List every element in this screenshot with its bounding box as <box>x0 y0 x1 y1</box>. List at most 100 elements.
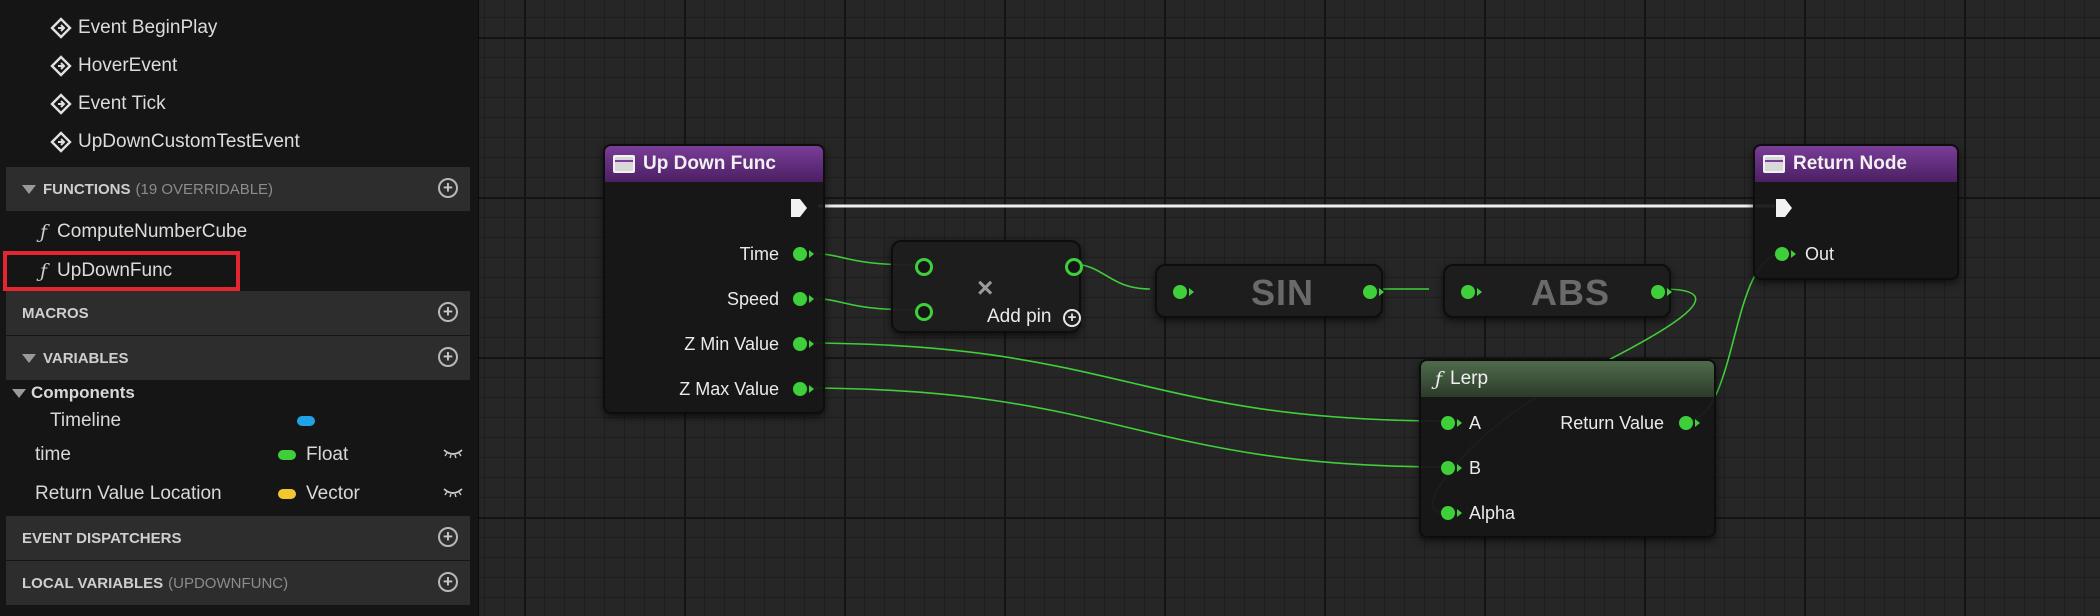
event-icon <box>50 17 72 39</box>
eye-closed-icon[interactable] <box>442 486 464 498</box>
add-pin-icon[interactable]: + <box>1063 309 1081 327</box>
pin-lerp-return-value[interactable] <box>1679 416 1693 430</box>
pin-lerp-alpha[interactable] <box>1441 506 1455 520</box>
pin-arrow-icon <box>809 295 814 303</box>
pin-label-a: A <box>1469 413 1482 433</box>
abs-label: ABS <box>1531 272 1611 313</box>
lerp-node[interactable]: ƒ Lerp A B Alpha Return Value <box>1419 359 1716 538</box>
pin-sin-input[interactable] <box>1173 285 1187 299</box>
exec-input-pin-icon[interactable] <box>1775 198 1793 218</box>
pin-label-out: Out <box>1805 244 1835 264</box>
variable-type-color-icon <box>278 489 296 499</box>
add-function-icon[interactable]: + <box>438 178 458 198</box>
event-item-hover[interactable]: HoverEvent <box>50 51 177 81</box>
add-pin-label[interactable]: Add pin <box>987 306 1051 328</box>
pin-abs-input[interactable] <box>1461 285 1475 299</box>
pin-multiply-input-a[interactable] <box>915 258 933 276</box>
event-icon <box>50 131 72 153</box>
pin-return-out[interactable] <box>1775 247 1789 261</box>
function-entry-node[interactable]: Up Down Func Time Speed Z Min Value Z Ma… <box>603 144 825 414</box>
event-dispatchers-section-header[interactable]: EVENT DISPATCHERS + <box>6 516 470 560</box>
event-item-tick[interactable]: Event Tick <box>50 89 166 119</box>
section-title: MACROS <box>22 304 89 322</box>
pin-z-max-output[interactable] <box>793 382 807 396</box>
variable-name: Return Value Location <box>35 483 222 504</box>
pin-arrow-icon <box>1457 419 1462 427</box>
functions-section-header[interactable]: FUNCTIONS (19 OVERRIDABLE) + <box>6 167 470 211</box>
event-label: Event Tick <box>78 93 166 114</box>
pin-sin-output[interactable] <box>1363 285 1377 299</box>
eye-closed-icon[interactable] <box>442 447 464 459</box>
macros-section-header[interactable]: MACROS + <box>6 291 470 335</box>
add-dispatcher-icon[interactable]: + <box>438 527 458 547</box>
pin-arrow-icon <box>809 250 814 258</box>
function-item-computenumbercube[interactable]: ƒ ComputeNumberCube <box>40 216 247 248</box>
variable-type-color-icon <box>278 450 296 460</box>
pin-lerp-b[interactable] <box>1441 461 1455 475</box>
return-node[interactable]: Return Node Out <box>1753 144 1959 280</box>
pin-arrow-icon <box>1477 288 1482 296</box>
add-local-variable-icon[interactable]: + <box>438 572 458 592</box>
wire-zmin-to-a[interactable] <box>802 342 1448 422</box>
wire-zmax-to-b[interactable] <box>802 387 1448 468</box>
variable-row-timeline[interactable]: Timeline <box>0 403 470 439</box>
node-header[interactable]: ƒ Lerp <box>1421 361 1714 397</box>
node-header[interactable]: Up Down Func <box>605 146 823 182</box>
event-icon <box>50 93 72 115</box>
wire-multiply-to-sin[interactable] <box>1071 263 1151 290</box>
pin-arrow-icon <box>1379 288 1384 296</box>
pin-arrow-icon <box>1189 288 1194 296</box>
add-macro-icon[interactable]: + <box>438 302 458 322</box>
event-item-updowncustom[interactable]: UpDownCustomTestEvent <box>50 127 300 157</box>
pin-abs-output[interactable] <box>1651 285 1665 299</box>
exec-output-pin-icon[interactable] <box>790 198 808 218</box>
pin-arrow-icon <box>809 385 814 393</box>
add-variable-icon[interactable]: + <box>438 347 458 367</box>
node-title: Return Node <box>1793 153 1907 174</box>
section-title: FUNCTIONS <box>43 180 131 198</box>
variable-type: Vector <box>306 483 360 504</box>
collapse-arrow-icon[interactable] <box>22 184 36 194</box>
variable-type: Float <box>306 444 349 465</box>
variable-row-time[interactable]: time Float <box>0 437 470 473</box>
variable-row-return-value-location[interactable]: Return Value Location Vector <box>0 476 470 512</box>
pin-arrow-icon <box>1457 509 1462 517</box>
variable-type-color-icon <box>297 416 315 426</box>
event-label: HoverEvent <box>78 55 178 76</box>
category-label: Components <box>31 383 135 402</box>
pin-arrow-icon <box>1791 250 1796 258</box>
multiply-node[interactable]: × Add pin + <box>891 240 1083 333</box>
local-variables-section-header[interactable]: LOCAL VARIABLES (UPDOWNFUNC) + <box>6 561 470 605</box>
event-item-beginplay[interactable]: Event BeginPlay <box>50 13 217 43</box>
variable-name: Timeline <box>50 410 122 431</box>
section-subtitle: (UPDOWNFUNC) <box>168 574 289 592</box>
pin-label-alpha: Alpha <box>1469 503 1516 523</box>
variable-name: time <box>35 444 71 465</box>
node-title: Lerp <box>1450 368 1489 389</box>
collapse-arrow-icon[interactable] <box>12 388 26 398</box>
pin-multiply-input-b[interactable] <box>915 303 933 321</box>
node-header[interactable]: Return Node <box>1755 146 1957 182</box>
collapse-arrow-icon[interactable] <box>22 353 36 363</box>
pin-time-output[interactable] <box>793 247 807 261</box>
function-icon: ƒ <box>1435 368 1443 390</box>
sin-node[interactable]: SIN <box>1155 264 1384 318</box>
pin-label-speed: Speed <box>726 289 779 309</box>
pin-lerp-a[interactable] <box>1441 416 1455 430</box>
abs-node[interactable]: ABS <box>1443 264 1672 318</box>
pin-z-min-output[interactable] <box>793 337 807 351</box>
section-subtitle: (19 OVERRIDABLE) <box>135 180 274 198</box>
pin-label-z-min: Z Min Value <box>684 334 779 354</box>
function-node-icon <box>613 155 635 173</box>
my-blueprint-panel: Event BeginPlay HoverEvent Event Tick Up… <box>0 0 479 616</box>
variables-section-header[interactable]: VARIABLES + <box>6 336 470 380</box>
function-node-icon <box>1763 155 1785 173</box>
section-title: EVENT DISPATCHERS <box>22 529 182 547</box>
blueprint-graph-canvas[interactable]: Up Down Func Time Speed Z Min Value Z Ma… <box>479 0 2100 616</box>
section-title: LOCAL VARIABLES <box>22 574 164 592</box>
components-category[interactable]: Components <box>12 383 135 403</box>
pin-label-time: Time <box>739 244 779 264</box>
pin-multiply-output[interactable] <box>1065 258 1083 276</box>
pin-speed-output[interactable] <box>793 292 807 306</box>
function-icon: ƒ <box>40 221 48 243</box>
